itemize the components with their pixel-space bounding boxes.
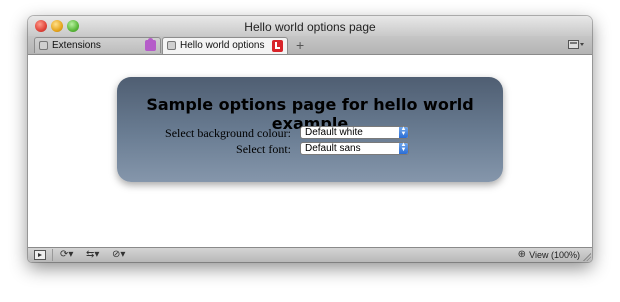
tab-menu-icon[interactable] <box>568 40 584 49</box>
page-content: Sample options page for hello world exam… <box>28 55 592 248</box>
background-colour-select[interactable]: Default white ▲ ▼ <box>300 126 409 139</box>
select-arrows-icon: ▲ ▼ <box>399 126 408 138</box>
background-colour-value: Default white <box>305 127 363 138</box>
zoom-icon[interactable]: ⊕ <box>518 250 526 260</box>
network-icon[interactable]: ⇆▾ <box>86 250 99 260</box>
window-title: Hello world options page <box>244 20 376 34</box>
background-colour-label: Select background colour: <box>165 126 291 140</box>
close-tab-icon[interactable] <box>272 40 283 52</box>
new-tab-button[interactable]: + <box>296 37 304 53</box>
tab-hello-world-options[interactable]: Hello world options ... <box>162 37 288 54</box>
puzzle-icon <box>145 38 156 51</box>
tab-extensions[interactable]: Extensions <box>34 37 161 53</box>
tab-bar: Extensions Hello world options ... + <box>28 36 592 55</box>
font-select[interactable]: Default sans ▲ ▼ <box>300 142 409 155</box>
page-icon <box>39 41 48 50</box>
font-value: Default sans <box>305 143 361 154</box>
background-row: Select background colour: Default white … <box>117 126 503 140</box>
sync-icon[interactable]: ⟳▾ <box>60 250 73 260</box>
status-bar: ⟳▾ ⇆▾ ⊘▾ ⊕ View (100%) <box>28 247 592 262</box>
select-arrows-icon: ▲ ▼ <box>399 142 408 154</box>
tab-label: Hello world options ... <box>180 40 268 51</box>
zoom-level[interactable]: View (100%) <box>529 250 580 260</box>
tab-label: Extensions <box>52 40 101 51</box>
resize-grip[interactable] <box>583 253 591 261</box>
divider <box>52 249 53 261</box>
page-icon <box>167 41 176 50</box>
block-icon[interactable]: ⊘▾ <box>112 250 125 260</box>
panel-toggle-icon[interactable] <box>34 250 46 260</box>
font-label: Select font: <box>236 142 291 156</box>
font-row: Select font: Default sans ▲ ▼ <box>117 142 503 156</box>
options-panel: Sample options page for hello world exam… <box>117 77 503 182</box>
browser-window: Hello world options page Extensions Hell… <box>28 16 592 262</box>
title-bar[interactable]: Hello world options page <box>28 16 592 36</box>
